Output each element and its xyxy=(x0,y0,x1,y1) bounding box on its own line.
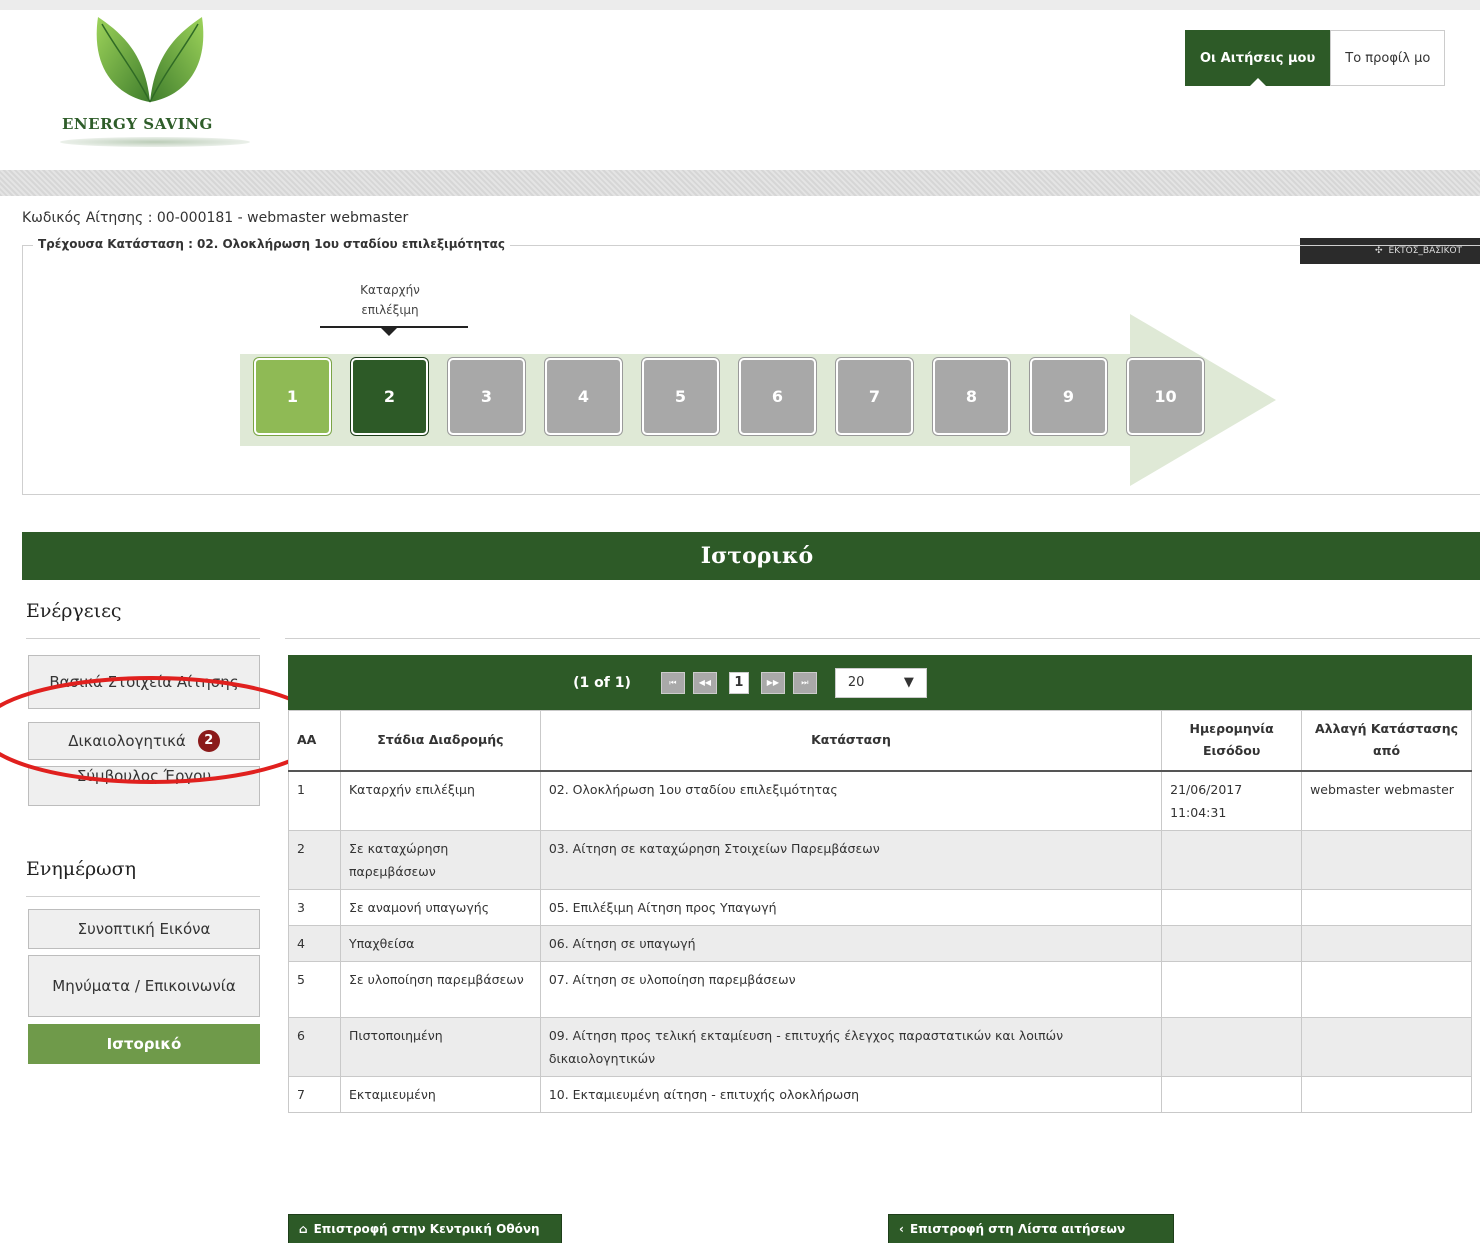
home-icon: ⌂ xyxy=(299,1222,308,1236)
cell-stage: Υπαχθείσα xyxy=(339,925,541,962)
page-count: (1 of 1) xyxy=(573,674,631,691)
actions-heading: Ενέργειες xyxy=(26,600,122,622)
stage-step-3[interactable]: 3 xyxy=(448,358,525,435)
top-strip xyxy=(0,0,1480,10)
cell-date xyxy=(1161,1076,1303,1113)
main-rule xyxy=(285,638,1480,639)
info-rule xyxy=(26,896,260,897)
stage-step-9[interactable]: 9 xyxy=(1030,358,1107,435)
table-row[interactable]: 3 Σε αναμονή υπαγωγής 05. Επιλέξιμη Αίτη… xyxy=(288,889,1472,926)
first-page-icon[interactable]: ⏮ xyxy=(660,671,685,694)
table-row[interactable]: 6 Πιστοποιημένη 09. Αίτηση προς τελική ε… xyxy=(288,1017,1472,1077)
col-header-aa[interactable]: ΑΑ xyxy=(288,710,341,771)
cell-stage: Εκταμιευμένη xyxy=(339,1076,541,1113)
cell-status: 09. Αίτηση προς τελική εκταμίευση - επιτ… xyxy=(539,1017,1163,1077)
cell-date xyxy=(1161,889,1303,926)
table-header-row: ΑΑ Στάδια Διαδρομής Κατάσταση Ημερομηνία… xyxy=(288,710,1472,771)
stage-step-6[interactable]: 6 xyxy=(739,358,816,435)
pager: (1 of 1) ⏮ ◀◀ 1 ▶▶ ⏭ 20 ▼ xyxy=(288,655,1472,710)
cell-aa: 7 xyxy=(288,1076,341,1113)
red-annotation-ellipse-icon xyxy=(0,676,326,784)
cell-status: 10. Εκταμιευμένη αίτηση - επιτυχής ολοκλ… xyxy=(539,1076,1163,1113)
page-size-value: 20 xyxy=(847,675,865,690)
cell-changed-by: webmaster webmaster xyxy=(1301,770,1472,831)
col-header-status[interactable]: Κατάσταση xyxy=(539,710,1163,771)
stage-step-10[interactable]: 10 xyxy=(1127,358,1204,435)
prev-page-icon[interactable]: ◀◀ xyxy=(692,671,717,694)
last-page-icon[interactable]: ⏭ xyxy=(792,671,817,694)
application-code: Κωδικός Αίτησης : 00-000181 - webmaster … xyxy=(22,210,409,226)
sidebar-item-summary[interactable]: Συνοπτική Εικόνα xyxy=(28,909,260,949)
col-header-date[interactable]: Ημερομηνία Εισόδου xyxy=(1161,710,1303,771)
back-to-list-label: Επιστροφή στη Λίστα αιτήσεων xyxy=(909,1222,1126,1236)
section-title: Ιστορικό xyxy=(22,532,1480,580)
actions-rule xyxy=(26,638,260,639)
leaf-logo-icon xyxy=(96,17,204,103)
cell-changed-by xyxy=(1301,1076,1472,1113)
cell-date xyxy=(1161,961,1303,1018)
tab-profile[interactable]: Το προφίλ μο xyxy=(1330,30,1446,86)
stage-step-2[interactable]: 2 xyxy=(351,358,428,435)
table-row[interactable]: 2 Σε καταχώρηση παρεμβάσεων 03. Αίτηση σ… xyxy=(288,830,1472,890)
logo-shadow xyxy=(60,137,250,147)
cell-status: 07. Αίτηση σε υλοποίηση παρεμβάσεων xyxy=(539,961,1163,1018)
cell-stage: Σε καταχώρηση παρεμβάσεων xyxy=(339,830,541,890)
table-row[interactable]: 1 Καταρχήν επιλέξιμη 02. Ολοκλήρωση 1ου … xyxy=(288,770,1472,831)
page-size-select[interactable]: 20 ▼ xyxy=(834,667,927,698)
stage-step-4[interactable]: 4 xyxy=(545,358,622,435)
cell-status: 06. Αίτηση σε υπαγωγή xyxy=(539,925,1163,962)
cell-status: 02. Ολοκλήρωση 1ου σταδίου επιλεξιμότητα… xyxy=(539,770,1163,831)
cell-stage: Πιστοποιημένη xyxy=(339,1017,541,1077)
back-to-list-button[interactable]: ‹ Επιστροφή στη Λίστα αιτήσεων xyxy=(888,1214,1174,1243)
cell-aa: 3 xyxy=(288,889,341,926)
current-status: Τρέχουσα Κατάσταση : 02. Ολοκλήρωση 1ου … xyxy=(33,237,511,251)
current-page[interactable]: 1 xyxy=(728,671,749,694)
cell-changed-by xyxy=(1301,1017,1472,1077)
cell-aa: 1 xyxy=(288,770,341,831)
next-page-icon[interactable]: ▶▶ xyxy=(760,671,785,694)
cell-stage: Καταρχήν επιλέξιμη xyxy=(339,770,541,831)
stage-step-1[interactable]: 1 xyxy=(254,358,331,435)
logo-text: ENERGY SAVING xyxy=(62,115,213,133)
stage-step-7[interactable]: 7 xyxy=(836,358,913,435)
cell-aa: 2 xyxy=(288,830,341,890)
cell-changed-by xyxy=(1301,925,1472,962)
cell-changed-by xyxy=(1301,830,1472,890)
cell-changed-by xyxy=(1301,889,1472,926)
pattern-band xyxy=(0,170,1480,196)
table-row[interactable]: 7 Εκταμιευμένη 10. Εκταμιευμένη αίτηση -… xyxy=(288,1076,1472,1113)
sidebar-item-history[interactable]: Ιστορικό xyxy=(28,1024,260,1064)
cell-date: 21/06/2017 11:04:31 xyxy=(1161,770,1303,831)
chevron-left-icon: ‹ xyxy=(899,1222,904,1236)
cell-stage: Σε αναμονή υπαγωγής xyxy=(339,889,541,926)
cell-status: 03. Αίτηση σε καταχώρηση Στοιχείων Παρεμ… xyxy=(539,830,1163,890)
top-nav: Οι Αιτήσεις μου Το προφίλ μο xyxy=(1185,30,1446,86)
cell-aa: 6 xyxy=(288,1017,341,1077)
cell-changed-by xyxy=(1301,961,1472,1018)
stage-step-8[interactable]: 8 xyxy=(933,358,1010,435)
sidebar-item-messages[interactable]: Μηνύματα / Επικοινωνία xyxy=(28,955,260,1017)
logo[interactable]: ENERGY SAVING xyxy=(60,12,250,147)
table-row[interactable]: 5 Σε υλοποίηση παρεμβάσεων 07. Αίτηση σε… xyxy=(288,961,1472,1018)
stage-step-5[interactable]: 5 xyxy=(642,358,719,435)
home-button[interactable]: ⌂ Επιστροφή στην Κεντρική Οθόνη xyxy=(288,1214,562,1243)
stage-steps: 1 2 3 4 5 6 7 8 9 10 xyxy=(254,358,1204,435)
col-header-stage[interactable]: Στάδια Διαδρομής xyxy=(339,710,541,771)
col-header-changed-by[interactable]: Αλλαγή Κατάστασης από xyxy=(1301,710,1472,771)
history-table: ΑΑ Στάδια Διαδρομής Κατάσταση Ημερομηνία… xyxy=(288,710,1472,1113)
chevron-down-icon: ▼ xyxy=(903,675,914,690)
cell-stage: Σε υλοποίηση παρεμβάσεων xyxy=(339,961,541,1018)
cell-date xyxy=(1161,1017,1303,1077)
table-row[interactable]: 4 Υπαχθείσα 06. Αίτηση σε υπαγωγή xyxy=(288,925,1472,962)
cell-date xyxy=(1161,925,1303,962)
tab-my-applications[interactable]: Οι Αιτήσεις μου xyxy=(1185,30,1331,86)
cell-aa: 4 xyxy=(288,925,341,962)
cell-date xyxy=(1161,830,1303,890)
home-button-label: Επιστροφή στην Κεντρική Οθόνη xyxy=(313,1222,540,1236)
cell-aa: 5 xyxy=(288,961,341,1018)
cell-status: 05. Επιλέξιμη Αίτηση προς Υπαγωγή xyxy=(539,889,1163,926)
info-heading: Ενημέρωση xyxy=(26,858,137,880)
